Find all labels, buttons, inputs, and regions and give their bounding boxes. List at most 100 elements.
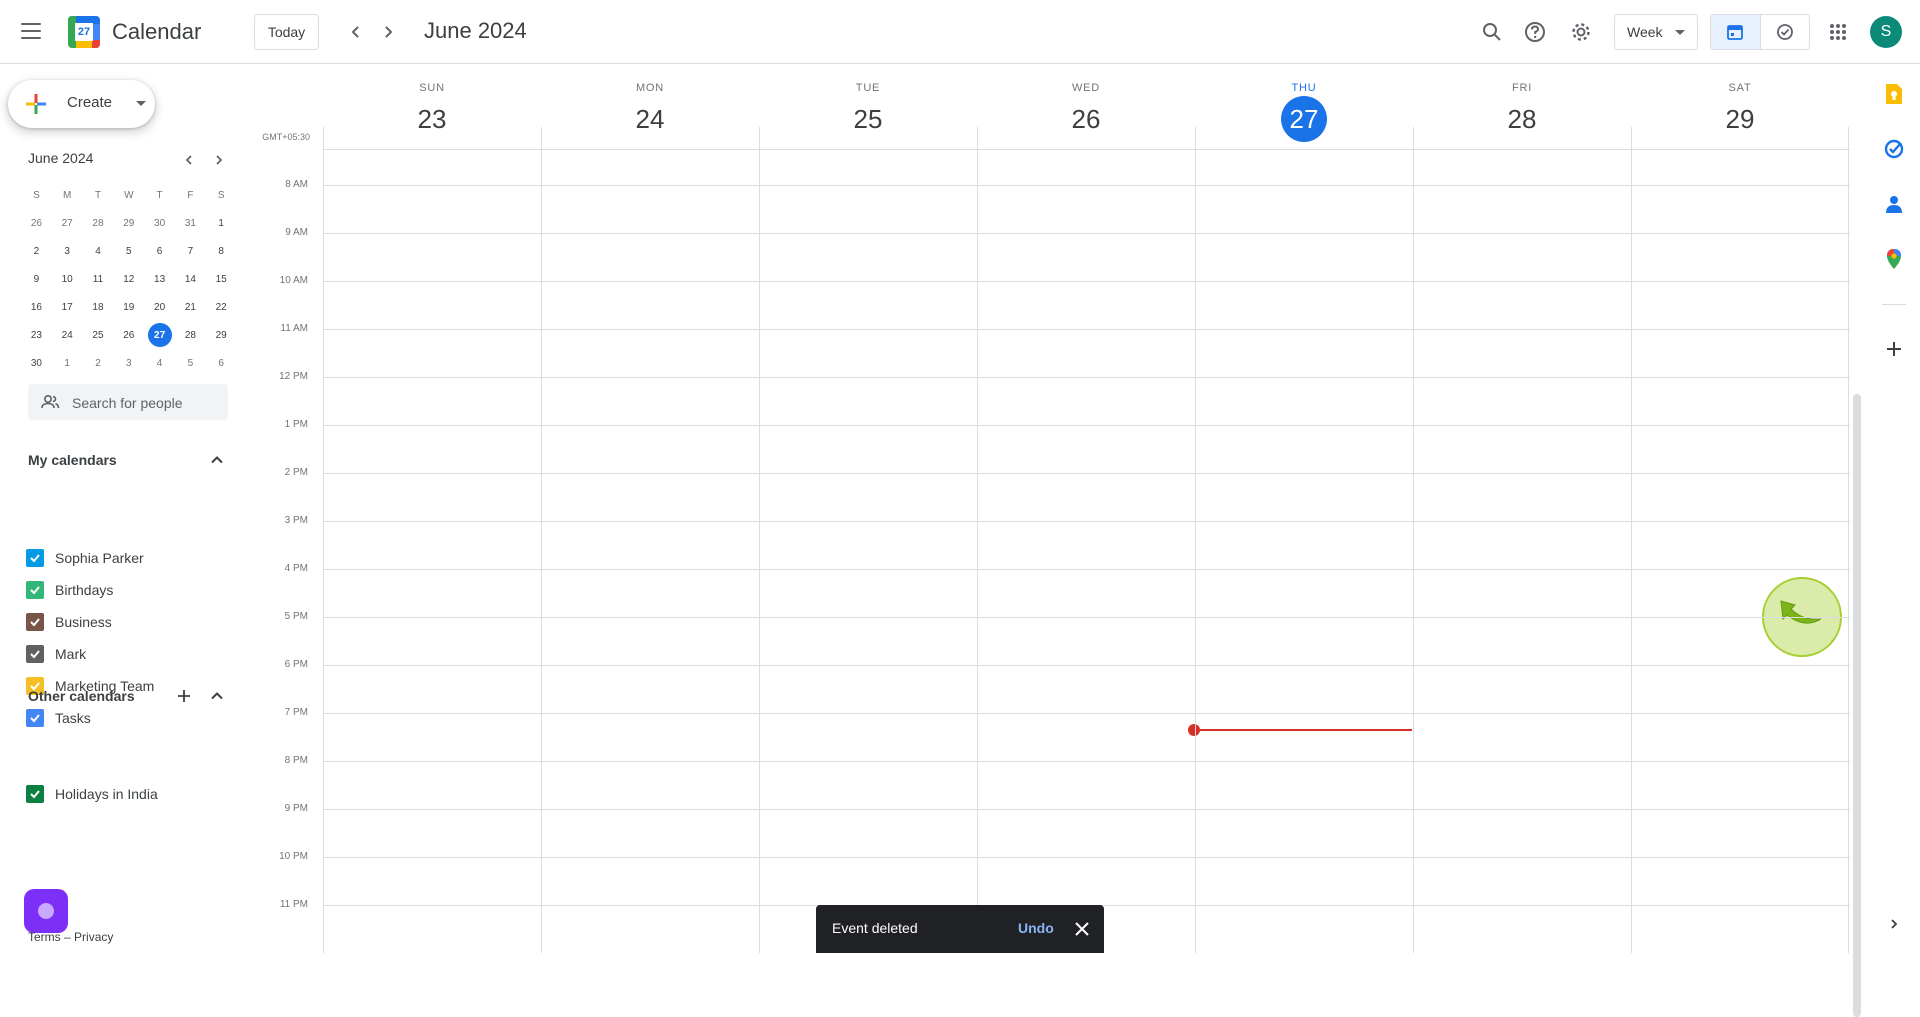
calendar-checkbox[interactable] (26, 645, 44, 663)
today-date[interactable]: 27 (1281, 96, 1327, 142)
mini-day[interactable]: 10 (52, 265, 83, 293)
mini-day[interactable]: 14 (175, 265, 206, 293)
mini-day[interactable]: 24 (52, 321, 83, 349)
mini-day[interactable]: 26 (113, 321, 144, 349)
privacy-link[interactable]: Privacy (74, 930, 113, 944)
mini-day[interactable]: 28 (83, 209, 114, 237)
day-header[interactable]: TUE 25 (759, 64, 977, 148)
mini-day[interactable]: 9 (21, 265, 52, 293)
mini-day[interactable]: 13 (144, 265, 175, 293)
calendar-list-item[interactable]: Tasks (26, 706, 91, 730)
search-button[interactable] (1478, 18, 1506, 46)
tasks-view-toggle[interactable] (1761, 15, 1810, 49)
collapse-other-calendars-button[interactable] (207, 686, 227, 706)
mini-day[interactable]: 3 (113, 349, 144, 377)
calendar-logo-icon[interactable]: 27 (68, 16, 100, 48)
mini-day[interactable]: 30 (144, 209, 175, 237)
apps-button[interactable] (1824, 18, 1852, 46)
mini-day[interactable]: 6 (206, 349, 237, 377)
mini-day[interactable]: 21 (175, 293, 206, 321)
get-addons-button[interactable] (1882, 337, 1906, 361)
calendar-checkbox[interactable] (26, 709, 44, 727)
mini-day[interactable]: 12 (113, 265, 144, 293)
app-title[interactable]: Calendar (112, 19, 201, 45)
mini-day[interactable]: 5 (175, 349, 206, 377)
day-date[interactable]: 23 (409, 96, 455, 142)
today-button[interactable]: Today (254, 14, 319, 50)
mini-day[interactable]: 3 (52, 237, 83, 265)
keep-button[interactable] (1882, 82, 1906, 106)
mini-prev-month-button[interactable] (179, 150, 199, 170)
mini-day[interactable]: 2 (83, 349, 114, 377)
create-button[interactable]: Create (8, 80, 155, 128)
mini-day[interactable]: 11 (83, 265, 114, 293)
mini-day[interactable]: 17 (52, 293, 83, 321)
mini-day[interactable]: 25 (83, 321, 114, 349)
day-header[interactable]: WED 26 (977, 64, 1195, 148)
day-header[interactable]: SAT 29 (1631, 64, 1849, 148)
mini-day[interactable]: 27 (144, 321, 175, 349)
view-selector[interactable]: Week (1614, 14, 1698, 50)
expand-side-panel-button[interactable] (1882, 912, 1906, 936)
mini-day[interactable]: 23 (21, 321, 52, 349)
mini-day[interactable]: 30 (21, 349, 52, 377)
mini-day[interactable]: 18 (83, 293, 114, 321)
mini-day[interactable]: 27 (52, 209, 83, 237)
tasks-button[interactable] (1882, 137, 1906, 161)
mini-day[interactable]: 29 (206, 321, 237, 349)
mini-day[interactable]: 22 (206, 293, 237, 321)
calendar-checkbox[interactable] (26, 581, 44, 599)
mini-day[interactable]: 7 (175, 237, 206, 265)
assistant-bubble-button[interactable] (24, 889, 68, 933)
vertical-scrollbar[interactable] (1853, 394, 1861, 1017)
mini-day[interactable]: 19 (113, 293, 144, 321)
mini-next-month-button[interactable] (209, 150, 229, 170)
mini-day[interactable]: 4 (144, 349, 175, 377)
calendar-list-item[interactable]: Holidays in India (26, 782, 158, 806)
calendar-view-toggle[interactable] (1711, 15, 1761, 49)
day-date[interactable]: 28 (1499, 96, 1545, 142)
other-calendars-heading[interactable]: Other calendars (28, 688, 135, 704)
week-grid[interactable]: GMT+05:30 SUN 23 MON 24 TUE 25 WED 26 THU 27 FRI 28… (256, 64, 1861, 1017)
previous-week-button[interactable] (344, 20, 368, 44)
mini-day[interactable]: 31 (175, 209, 206, 237)
mini-day[interactable]: 1 (206, 209, 237, 237)
mini-day[interactable]: 16 (21, 293, 52, 321)
support-button[interactable] (1521, 18, 1549, 46)
mini-day[interactable]: 28 (175, 321, 206, 349)
settings-button[interactable] (1567, 18, 1595, 46)
mini-day[interactable]: 26 (21, 209, 52, 237)
day-header[interactable]: SUN 23 (323, 64, 541, 148)
day-date[interactable]: 29 (1717, 96, 1763, 142)
day-header[interactable]: MON 24 (541, 64, 759, 148)
day-date[interactable]: 26 (1063, 96, 1109, 142)
day-header[interactable]: THU 27 (1195, 64, 1413, 148)
calendar-list-item[interactable]: Sophia Parker (26, 546, 144, 570)
calendar-checkbox[interactable] (26, 549, 44, 567)
mini-day[interactable]: 1 (52, 349, 83, 377)
mini-day[interactable]: 2 (21, 237, 52, 265)
undo-button[interactable]: Undo (1018, 920, 1054, 936)
next-week-button[interactable] (376, 20, 400, 44)
mini-day[interactable]: 20 (144, 293, 175, 321)
calendar-list-item[interactable]: Birthdays (26, 578, 113, 602)
my-calendars-heading[interactable]: My calendars (28, 452, 117, 468)
maps-button[interactable] (1882, 247, 1906, 271)
mini-day[interactable]: 8 (206, 237, 237, 265)
calendar-list-item[interactable]: Business (26, 610, 112, 634)
mini-day[interactable]: 4 (83, 237, 114, 265)
dismiss-snackbar-button[interactable] (1072, 919, 1092, 939)
collapse-my-calendars-button[interactable] (207, 450, 227, 470)
calendar-checkbox[interactable] (26, 785, 44, 803)
mini-day[interactable]: 15 (206, 265, 237, 293)
main-menu-icon[interactable] (20, 20, 42, 42)
mini-day[interactable]: 29 (113, 209, 144, 237)
mini-day[interactable]: 6 (144, 237, 175, 265)
add-other-calendar-button[interactable] (174, 686, 194, 706)
calendar-list-item[interactable]: Mark (26, 642, 86, 666)
contacts-button[interactable] (1882, 192, 1906, 216)
search-people-input[interactable]: Search for people (28, 384, 228, 420)
terms-link[interactable]: Terms (28, 930, 61, 944)
account-avatar[interactable]: S (1870, 16, 1902, 48)
day-header[interactable]: FRI 28 (1413, 64, 1631, 148)
